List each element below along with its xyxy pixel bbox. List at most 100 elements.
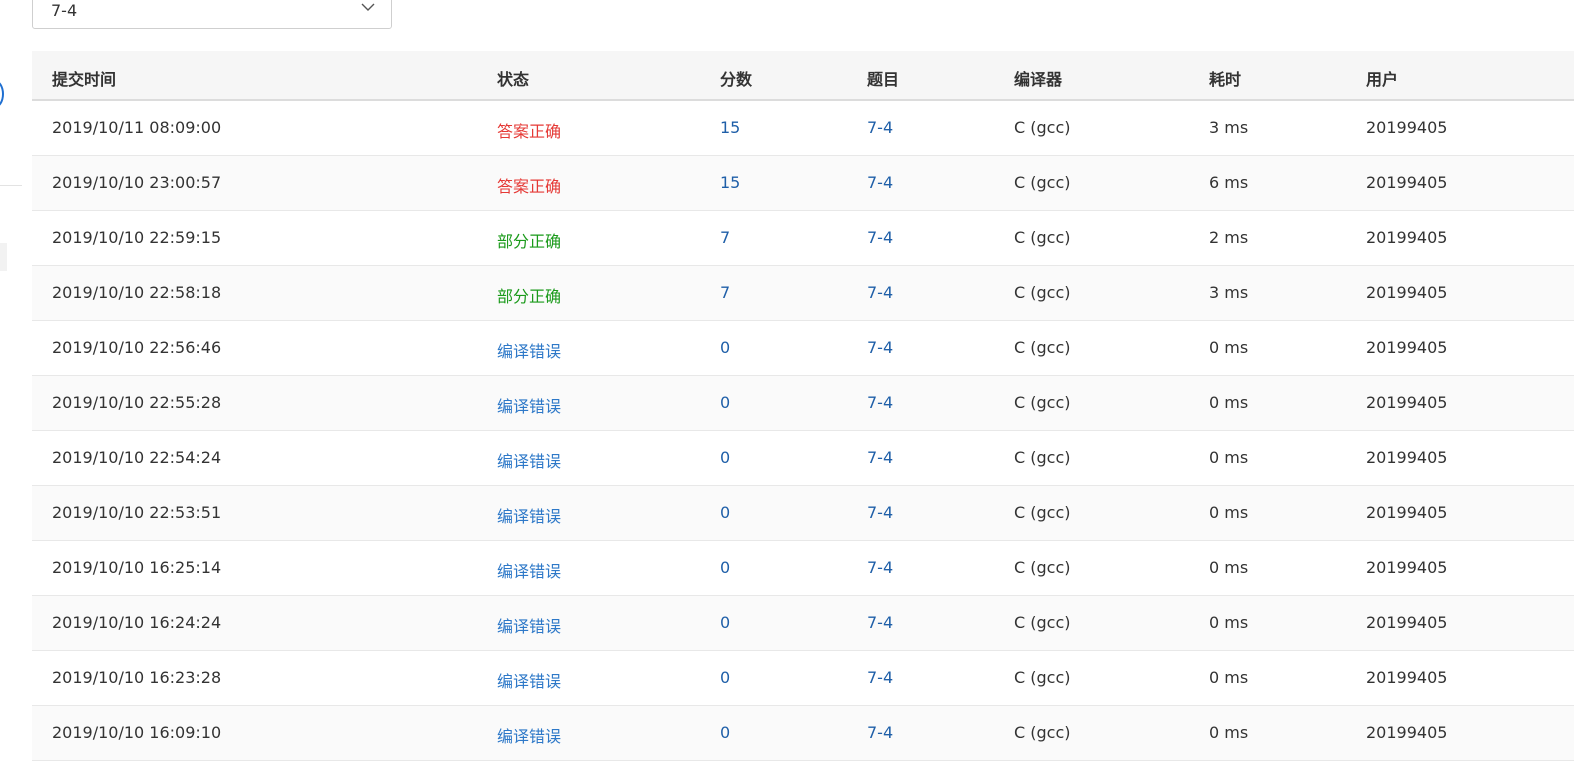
table-row: 2019/10/10 23:00:57 答案正确 15 7-4 C (gcc) 6 ms 2… (32, 156, 1574, 211)
table-row: 2019/10/10 16:25:14 编译错误 0 7-4 C (gcc) 0 ms 20… (32, 541, 1574, 596)
header-submit-time[interactable]: 提交时间 (52, 66, 116, 90)
cell-duration: 0 ms (1209, 448, 1249, 467)
cell-duration: 0 ms (1209, 338, 1249, 357)
submissions-page: 7-4 提交时间 状态 分数 题目 编译器 耗时 用户 2019/10/11 0… (0, 0, 1574, 772)
cell-score[interactable]: 0 (720, 503, 730, 522)
cell-user: 20199405 (1366, 668, 1448, 687)
cell-submit-time: 2019/10/10 16:24:24 (52, 613, 222, 632)
chevron-down-icon (361, 3, 375, 11)
cell-duration: 0 ms (1209, 613, 1249, 632)
cell-problem[interactable]: 7-4 (867, 723, 893, 742)
table-row: 2019/10/10 16:09:10 编译错误 0 7-4 C (gcc) 0 ms 20… (32, 706, 1574, 761)
cell-score[interactable]: 0 (720, 668, 730, 687)
cell-compiler: C (gcc) (1014, 668, 1071, 687)
header-problem[interactable]: 题目 (867, 66, 899, 90)
cell-status[interactable]: 编译错误 (497, 613, 561, 637)
cell-user: 20199405 (1366, 228, 1448, 247)
cell-submit-time: 2019/10/10 23:00:57 (52, 173, 222, 192)
cell-submit-time: 2019/10/10 22:53:51 (52, 503, 222, 522)
cell-score[interactable]: 7 (720, 228, 730, 247)
cell-duration: 0 ms (1209, 503, 1249, 522)
cell-compiler: C (gcc) (1014, 613, 1071, 632)
cell-score[interactable]: 0 (720, 613, 730, 632)
cell-duration: 3 ms (1209, 283, 1249, 302)
cell-score[interactable]: 0 (720, 393, 730, 412)
cell-user: 20199405 (1366, 613, 1448, 632)
cell-compiler: C (gcc) (1014, 503, 1071, 522)
cell-user: 20199405 (1366, 173, 1448, 192)
cell-user: 20199405 (1366, 118, 1448, 137)
cell-duration: 3 ms (1209, 118, 1249, 137)
cell-duration: 0 ms (1209, 668, 1249, 687)
cell-problem[interactable]: 7-4 (867, 503, 893, 522)
cell-duration: 6 ms (1209, 173, 1249, 192)
cell-compiler: C (gcc) (1014, 118, 1071, 137)
cell-score[interactable]: 15 (720, 118, 740, 137)
cell-problem[interactable]: 7-4 (867, 118, 893, 137)
cell-compiler: C (gcc) (1014, 283, 1071, 302)
cell-user: 20199405 (1366, 338, 1448, 357)
cell-score[interactable]: 0 (720, 558, 730, 577)
cell-status[interactable]: 部分正确 (497, 283, 561, 307)
cell-problem[interactable]: 7-4 (867, 393, 893, 412)
sidebar-edge-ring (0, 80, 4, 108)
cell-duration: 0 ms (1209, 558, 1249, 577)
problem-select[interactable]: 7-4 (32, 0, 392, 29)
cell-compiler: C (gcc) (1014, 558, 1071, 577)
cell-problem[interactable]: 7-4 (867, 558, 893, 577)
cell-duration: 2 ms (1209, 228, 1249, 247)
cell-submit-time: 2019/10/10 22:58:18 (52, 283, 222, 302)
cell-status[interactable]: 编译错误 (497, 668, 561, 692)
cell-compiler: C (gcc) (1014, 173, 1071, 192)
table-header: 提交时间 状态 分数 题目 编译器 耗时 用户 (32, 51, 1574, 101)
header-score[interactable]: 分数 (720, 66, 752, 90)
cell-score[interactable]: 15 (720, 173, 740, 192)
cell-duration: 0 ms (1209, 723, 1249, 742)
cell-user: 20199405 (1366, 393, 1448, 412)
cell-status[interactable]: 编译错误 (497, 558, 561, 582)
cell-status[interactable]: 答案正确 (497, 173, 561, 197)
cell-submit-time: 2019/10/10 22:59:15 (52, 228, 222, 247)
header-compiler[interactable]: 编译器 (1014, 66, 1062, 90)
header-status[interactable]: 状态 (497, 66, 529, 90)
header-user[interactable]: 用户 (1366, 66, 1398, 90)
submissions-table: 提交时间 状态 分数 题目 编译器 耗时 用户 2019/10/11 08:09… (32, 51, 1574, 761)
table-row: 2019/10/10 22:56:46 编译错误 0 7-4 C (gcc) 0 ms 20… (32, 321, 1574, 376)
cell-problem[interactable]: 7-4 (867, 283, 893, 302)
cell-submit-time: 2019/10/10 16:23:28 (52, 668, 222, 687)
cell-status[interactable]: 答案正确 (497, 118, 561, 142)
cell-status[interactable]: 部分正确 (497, 228, 561, 252)
cell-status[interactable]: 编译错误 (497, 723, 561, 747)
table-row: 2019/10/10 22:54:24 编译错误 0 7-4 C (gcc) 0 ms 20… (32, 431, 1574, 486)
cell-problem[interactable]: 7-4 (867, 613, 893, 632)
cell-score[interactable]: 0 (720, 723, 730, 742)
cell-user: 20199405 (1366, 448, 1448, 467)
cell-status[interactable]: 编译错误 (497, 393, 561, 417)
sidebar-edge-block (0, 243, 7, 271)
cell-user: 20199405 (1366, 503, 1448, 522)
cell-problem[interactable]: 7-4 (867, 338, 893, 357)
cell-problem[interactable]: 7-4 (867, 228, 893, 247)
cell-status[interactable]: 编译错误 (497, 503, 561, 527)
cell-problem[interactable]: 7-4 (867, 448, 893, 467)
table-row: 2019/10/10 16:24:24 编译错误 0 7-4 C (gcc) 0 ms 20… (32, 596, 1574, 651)
cell-problem[interactable]: 7-4 (867, 668, 893, 687)
table-row: 2019/10/10 22:58:18 部分正确 7 7-4 C (gcc) 3 ms 20… (32, 266, 1574, 321)
cell-status[interactable]: 编译错误 (497, 338, 561, 362)
cell-submit-time: 2019/10/10 22:54:24 (52, 448, 222, 467)
cell-compiler: C (gcc) (1014, 393, 1071, 412)
cell-score[interactable]: 0 (720, 448, 730, 467)
cell-compiler: C (gcc) (1014, 338, 1071, 357)
cell-compiler: C (gcc) (1014, 448, 1071, 467)
table-row: 2019/10/10 22:59:15 部分正确 7 7-4 C (gcc) 2 ms 20… (32, 211, 1574, 266)
cell-submit-time: 2019/10/10 16:25:14 (52, 558, 222, 577)
table-row: 2019/10/10 16:23:28 编译错误 0 7-4 C (gcc) 0 ms 20… (32, 651, 1574, 706)
cell-score[interactable]: 7 (720, 283, 730, 302)
header-duration[interactable]: 耗时 (1209, 66, 1241, 90)
cell-status[interactable]: 编译错误 (497, 448, 561, 472)
cell-score[interactable]: 0 (720, 338, 730, 357)
cell-compiler: C (gcc) (1014, 723, 1071, 742)
cell-compiler: C (gcc) (1014, 228, 1071, 247)
cell-problem[interactable]: 7-4 (867, 173, 893, 192)
cell-duration: 0 ms (1209, 393, 1249, 412)
